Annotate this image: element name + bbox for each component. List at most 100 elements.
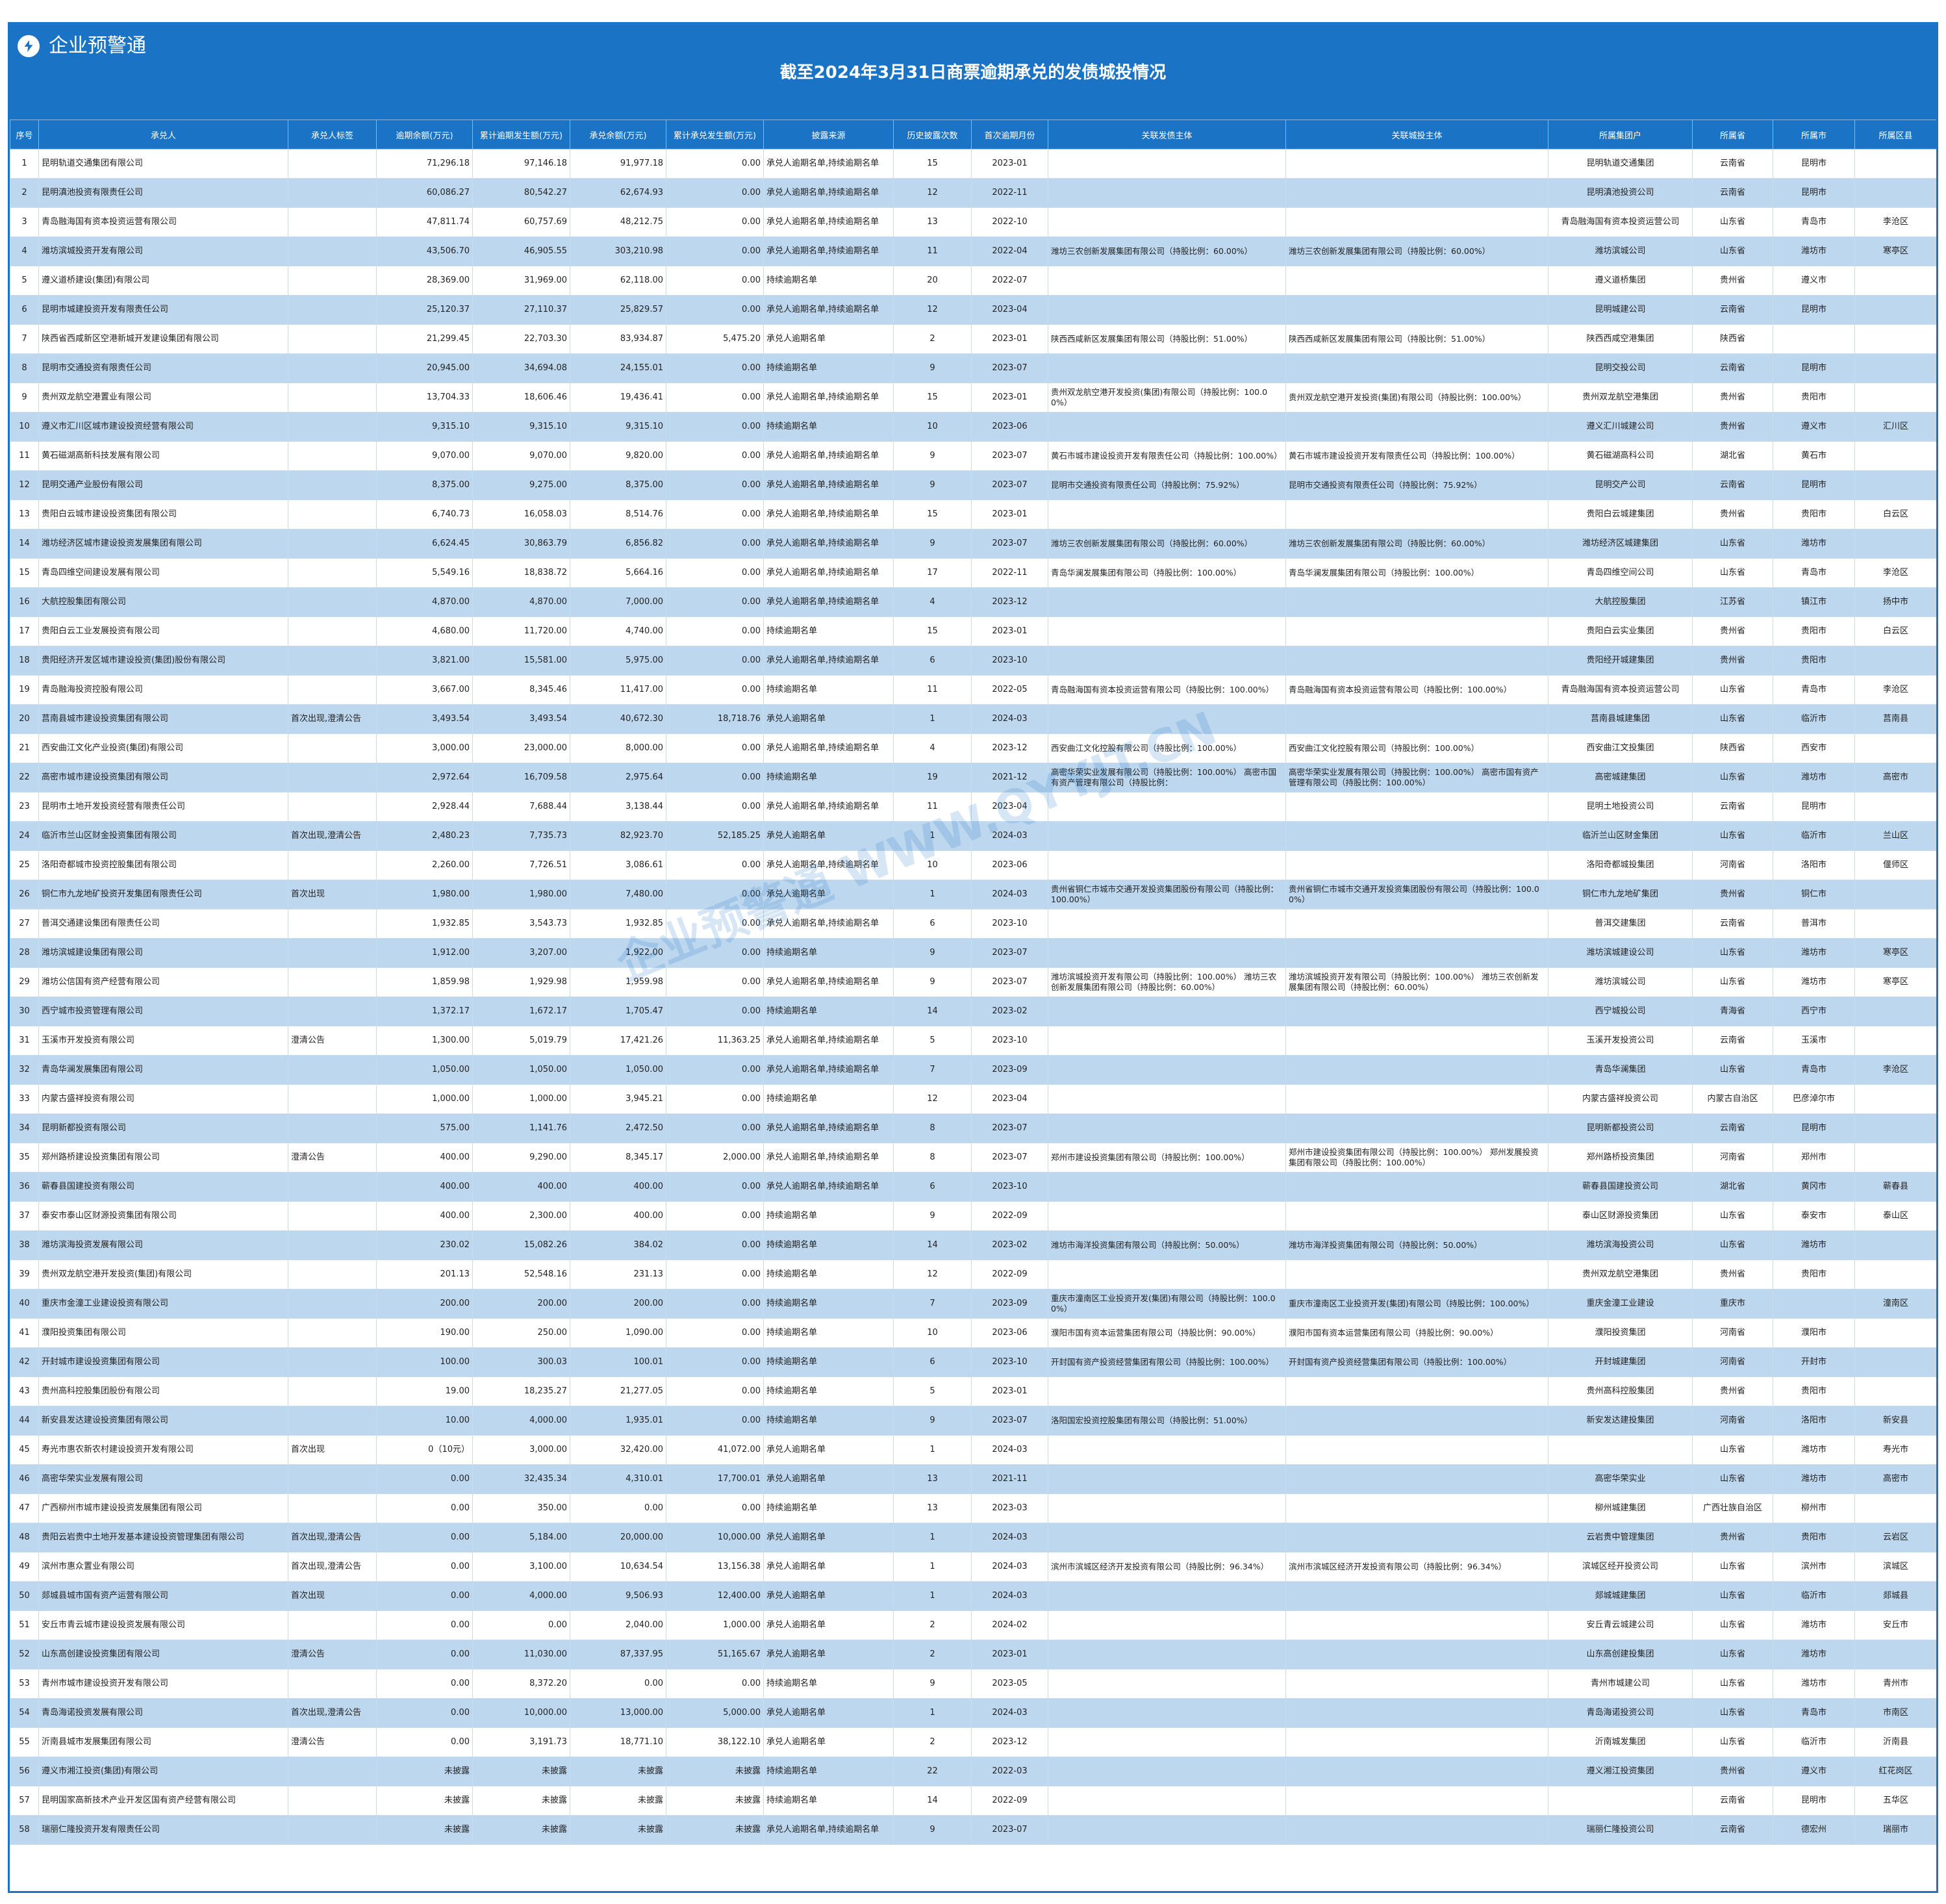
table-cell: 贵州高科控股集团股份有限公司 (38, 1377, 288, 1406)
table-row[interactable]: 5 遵义道桥建设(集团)有限公司 28,369.00 31,969.00 62,118.… (10, 266, 1936, 296)
table-row[interactable]: 24 临沂市兰山区财金投资集团有限公司 首次出现,澄清公告 2,480.23 7,735… (10, 821, 1936, 851)
table-row[interactable]: 25 洛阳奇都城市投资控股集团有限公司 2,260.00 7,726.51 3,086.… (10, 850, 1936, 880)
table-row[interactable]: 38 潍坊滨海投资发展有限公司 230.02 15,082.26 384.02 0.00 持… (10, 1230, 1936, 1260)
table-row[interactable]: 2 昆明滇池投资有限责任公司 60,086.27 80,542.27 62,674.93… (10, 178, 1936, 208)
table-row[interactable]: 21 西安曲江文化产业投资(集团)有限公司 3,000.00 23,000.00 8,0… (10, 733, 1936, 763)
table-cell: 14 (893, 1230, 972, 1260)
table-row[interactable]: 8 昆明市交通投资有限责任公司 20,945.00 34,694.08 24,155.0… (10, 353, 1936, 383)
column-header[interactable]: 关联发债主体 (1048, 120, 1286, 149)
table-row[interactable]: 39 贵州双龙航空港开发投资(集团)有限公司 201.13 52,548.16 231.… (10, 1260, 1936, 1289)
table-row[interactable]: 18 贵阳经济开发区城市建设投资(集团)股份有限公司 3,821.00 15,581.… (10, 646, 1936, 676)
table-row[interactable]: 1 昆明轨道交通集团有限公司 71,296.18 97,146.18 91,977.18… (10, 149, 1936, 179)
column-header[interactable]: 承兑人 (38, 120, 288, 149)
table-row[interactable]: 48 贵阳云岩贵中土地开发基本建设投资管理集团有限公司 首次出现,澄清公告 0.00 5… (10, 1523, 1936, 1553)
table-cell (1048, 1698, 1286, 1728)
table-row[interactable]: 56 遵义市湘江投资(集团)有限公司 未披露 未披露 未披露 未披露 持续逾期名单 22 202… (10, 1757, 1936, 1786)
column-header[interactable]: 所属区县 (1854, 120, 1936, 149)
table-row[interactable]: 32 青岛华澜发展集团有限公司 1,050.00 1,050.00 1,050.00 0.… (10, 1055, 1936, 1085)
table-cell: 9 (893, 441, 972, 471)
table-row[interactable]: 57 昆明国家高新技术产业开发区国有资产经营有限公司 未披露 未披露 未披露 未披露 持续逾… (10, 1786, 1936, 1816)
column-header[interactable]: 披露来源 (763, 120, 894, 149)
table-row[interactable]: 16 大航控股集团有限公司 4,870.00 4,870.00 7,000.00 0.00… (10, 587, 1936, 617)
table-row[interactable]: 35 郑州路桥建设投资集团有限公司 澄清公告 400.00 9,290.00 8,345.… (10, 1143, 1936, 1173)
table-cell: 3,667.00 (376, 675, 473, 705)
table-row[interactable]: 6 昆明市城建投资开发有限责任公司 25,120.37 27,110.37 25,829… (10, 295, 1936, 325)
table-row[interactable]: 52 山东高创建设投资集团有限公司 澄清公告 0.00 11,030.00 87,337.… (10, 1640, 1936, 1669)
table-row[interactable]: 11 黄石磁湖高新科技发展有限公司 9,070.00 9,070.00 9,820.00… (10, 441, 1936, 471)
table-row[interactable]: 40 重庆市金潼工业建设投资有限公司 200.00 200.00 200.00 0.00 持… (10, 1289, 1936, 1319)
column-header[interactable]: 历史披露次数 (893, 120, 972, 149)
table-row[interactable]: 22 高密市城市建设投资集团有限公司 2,972.64 16,709.58 2,975.… (10, 763, 1936, 793)
table-row[interactable]: 20 莒南县城市建设投资集团有限公司 首次出现,澄清公告 3,493.54 3,493.… (10, 704, 1936, 734)
column-header[interactable]: 首次逾期月份 (971, 120, 1048, 149)
table-cell: 0.00 (666, 207, 764, 237)
table-cell: 6 (893, 909, 972, 939)
table-cell: 2023-04 (971, 295, 1048, 325)
table-row[interactable]: 4 潍坊滨城投资开发有限公司 43,506.70 46,905.55 303,210.9… (10, 236, 1936, 266)
column-header[interactable]: 关联城投主体 (1285, 120, 1548, 149)
table-cell: 2023-07 (971, 1113, 1048, 1143)
column-header[interactable]: 承兑人标签 (288, 120, 377, 149)
table-row[interactable]: 41 濮阳投资集团有限公司 190.00 250.00 1,090.00 0.00 持续逾期… (10, 1318, 1936, 1348)
table-row[interactable]: 45 寿光市惠农新农村建设投资开发有限公司 首次出现 0（10元） 3,000.00 32… (10, 1435, 1936, 1465)
table-cell (1854, 353, 1936, 383)
table-cell: 青岛融海国有资本投资运营有限公司（持股比例：100.00%） (1048, 675, 1286, 705)
table-row[interactable]: 31 玉溪市开发投资有限公司 澄清公告 1,300.00 5,019.79 17,421.… (10, 1026, 1936, 1056)
table-row[interactable]: 28 潍坊滨城建设集团有限公司 1,912.00 3,207.00 1,922.00 0.… (10, 938, 1936, 968)
table-cell: 4,740.00 (570, 616, 666, 646)
table-row[interactable]: 15 青岛四维空间建设发展有限公司 5,549.16 18,838.72 5,664.1… (10, 558, 1936, 588)
table-cell: 6 (893, 1172, 972, 1202)
table-cell: 山东省 (1692, 1230, 1773, 1260)
column-header[interactable]: 累计逾期发生额(万元) (472, 120, 570, 149)
table-cell: 37 (10, 1201, 39, 1231)
table-cell: 滨州市滨城区经济开发投资有限公司（持股比例：96.34%） (1048, 1552, 1286, 1582)
column-header[interactable]: 所属市 (1773, 120, 1855, 149)
table-cell: 18 (10, 646, 39, 676)
column-header[interactable]: 承兑余额(万元) (570, 120, 666, 149)
table-cell (1854, 646, 1936, 676)
table-row[interactable]: 29 潍坊公信国有资产经营有限公司 1,859.98 1,929.98 1,959.98… (10, 967, 1936, 997)
table-cell: 贵州省 (1692, 1757, 1773, 1786)
column-header[interactable]: 所属集团户 (1548, 120, 1693, 149)
table-row[interactable]: 3 青岛融海国有资本投资运营有限公司 47,811.74 60,757.69 48,21… (10, 207, 1936, 237)
table-row[interactable]: 9 贵州双龙航空港置业有限公司 13,704.33 18,606.46 19,436.4… (10, 383, 1936, 413)
table-row[interactable]: 55 沂南县城市发展集团有限公司 澄清公告 0.00 3,191.73 18,771.10… (10, 1727, 1936, 1757)
table-row[interactable]: 43 贵州高科控股集团股份有限公司 19.00 18,235.27 21,277.05 0… (10, 1377, 1936, 1406)
table-row[interactable]: 36 蕲春县国建投资有限公司 400.00 400.00 400.00 0.00 承兑人逾期… (10, 1172, 1936, 1202)
table-cell: 铜仁市九龙地矿集团 (1548, 880, 1693, 909)
table-row[interactable]: 14 潍坊经济区城市建设投资发展集团有限公司 6,624.45 30,863.79 6,… (10, 529, 1936, 559)
table-cell: 青岛融海国有资本投资运营有限公司 (38, 207, 288, 237)
table-row[interactable]: 47 广西柳州市城市建设投资发展集团有限公司 0.00 350.00 0.00 0.00 持… (10, 1493, 1936, 1523)
table-cell: 24 (10, 821, 39, 851)
table-row[interactable]: 53 青州市城市建设投资开发有限公司 0.00 8,372.20 0.00 0.00 持续逾… (10, 1669, 1936, 1699)
table-row[interactable]: 12 昆明交通产业股份有限公司 8,375.00 9,275.00 8,375.00 0.… (10, 470, 1936, 500)
table-cell: 青岛融海国有资本投资运营公司 (1548, 207, 1693, 237)
table-row[interactable]: 44 新安县发达建设投资集团有限公司 10.00 4,000.00 1,935.01 0.… (10, 1406, 1936, 1436)
table-row[interactable]: 33 内蒙古盛祥投资有限公司 1,000.00 1,000.00 3,945.21 0.0… (10, 1084, 1936, 1114)
table-row[interactable]: 19 青岛融海投资控股有限公司 3,667.00 8,345.46 11,417.00 0… (10, 675, 1936, 705)
table-row[interactable]: 34 昆明新都投资有限公司 575.00 1,141.76 2,472.50 0.00 承兑… (10, 1113, 1936, 1143)
table-row[interactable]: 54 青岛海诺投资发展有限公司 首次出现,澄清公告 0.00 10,000.00 13,0… (10, 1698, 1936, 1728)
table-row[interactable]: 51 安丘市青云城市建设投资发展有限公司 0.00 0.00 2,040.00 1,000… (10, 1610, 1936, 1640)
table-cell: 柳州市 (1773, 1493, 1855, 1523)
column-header[interactable]: 逾期余额(万元) (376, 120, 473, 149)
table-row[interactable]: 42 开封城市建设投资集团有限公司 100.00 300.03 100.01 0.00 持续… (10, 1347, 1936, 1377)
table-cell: 持续逾期名单 (763, 675, 894, 705)
column-header[interactable]: 所属省 (1692, 120, 1773, 149)
table-row[interactable]: 58 瑞丽仁隆投资开发有限责任公司 未披露 未披露 未披露 未披露 承兑人逾期名单,持续逾期… (10, 1815, 1936, 1845)
table-row[interactable]: 23 昆明市土地开发投资经营有限责任公司 2,928.44 7,688.44 3,138… (10, 792, 1936, 822)
table-row[interactable]: 50 郯城县城市国有资产运营有限公司 首次出现 0.00 4,000.00 9,506.9… (10, 1581, 1936, 1611)
table-row[interactable]: 37 泰安市泰山区财源投资集团有限公司 400.00 2,300.00 400.00 0.… (10, 1201, 1936, 1231)
table-row[interactable]: 26 铜仁市九龙地矿投资开发集团有限责任公司 首次出现 1,980.00 1,980.0… (10, 880, 1936, 909)
table-row[interactable]: 13 贵阳白云城市建设投资集团有限公司 6,740.73 16,058.03 8,514… (10, 500, 1936, 529)
table-row[interactable]: 7 陕西省西咸新区空港新城开发建设集团有限公司 21,299.45 22,703.30… (10, 324, 1936, 354)
table-row[interactable]: 27 普洱交通建设集团有限责任公司 1,932.85 3,543.73 1,932.85… (10, 909, 1936, 939)
table-row[interactable]: 49 滨州市惠众置业有限公司 首次出现,澄清公告 0.00 3,100.00 10,634… (10, 1552, 1936, 1582)
table-row[interactable]: 10 遵义市汇川区城市建设投资经营有限公司 9,315.10 9,315.10 9,31… (10, 412, 1936, 442)
table-cell: 五华区 (1854, 1786, 1936, 1816)
column-header[interactable]: 序号 (10, 120, 39, 149)
table-row[interactable]: 30 西宁城市投资管理有限公司 1,372.17 1,672.17 1,705.47 0.… (10, 996, 1936, 1026)
column-header[interactable]: 累计承兑发生额(万元) (666, 120, 764, 149)
table-row[interactable]: 46 高密华荣实业发展有限公司 0.00 32,435.34 4,310.01 17,70… (10, 1464, 1936, 1494)
table-row[interactable]: 17 贵阳白云工业发展投资有限公司 4,680.00 11,720.00 4,740.0… (10, 616, 1936, 646)
